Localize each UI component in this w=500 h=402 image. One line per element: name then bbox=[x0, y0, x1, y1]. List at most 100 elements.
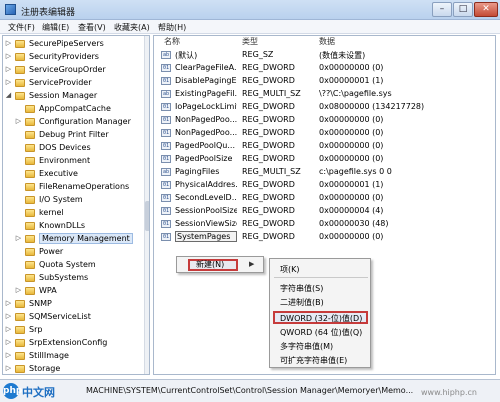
value-data: 0x00000000 (0) bbox=[319, 141, 384, 150]
submenu-item-binary[interactable]: 二进制值(B) bbox=[280, 297, 324, 308]
expand-arrow-icon bbox=[15, 105, 22, 112]
value-row[interactable]: 01 ClearPageFileA... REG_DWORD 0x00000000 (… bbox=[154, 62, 495, 74]
tree-item-label: SQMServiceList bbox=[29, 312, 91, 321]
binary-value-icon: 01 bbox=[161, 142, 171, 150]
tree-item-label: StillImage bbox=[29, 351, 69, 360]
value-data: 0x00000000 (0) bbox=[319, 63, 384, 72]
menu-file[interactable]: 文件(F) bbox=[8, 22, 35, 33]
value-name: DisablePagingE... bbox=[175, 76, 237, 85]
value-type: REG_DWORD bbox=[242, 232, 295, 241]
submenu-item-string[interactable]: 字符串值(S) bbox=[280, 283, 323, 294]
value-row[interactable]: 01 SessionViewSize REG_DWORD 0x00000030 (48… bbox=[154, 218, 495, 230]
menu-edit[interactable]: 编辑(E) bbox=[42, 22, 69, 33]
expand-arrow-icon[interactable]: ▷ bbox=[5, 313, 12, 320]
value-name: NonPagedPoo... bbox=[175, 115, 237, 124]
value-row[interactable]: 01 DisablePagingE... REG_DWORD 0x00000001 (… bbox=[154, 75, 495, 87]
folder-icon bbox=[25, 131, 35, 139]
string-value-icon: ab bbox=[161, 168, 171, 176]
value-name: SystemPages bbox=[175, 231, 237, 242]
tree-item-label: Session Manager bbox=[29, 91, 98, 100]
title-bar: 注册表编辑器 – □ ✕ bbox=[0, 0, 500, 20]
watermark-site: www.hiphp.cn bbox=[421, 388, 477, 397]
column-header-type[interactable]: 类型 bbox=[242, 36, 258, 47]
value-row[interactable]: ab (默认) REG_SZ (数值未设置) bbox=[154, 49, 495, 61]
expand-arrow-icon[interactable]: ▷ bbox=[5, 339, 12, 346]
submenu-item-multi-string[interactable]: 多字符串值(M) bbox=[280, 341, 333, 352]
value-row[interactable]: 01 IoPageLockLimit REG_DWORD 0x08000000 (13… bbox=[154, 101, 495, 113]
column-header-name[interactable]: 名称 bbox=[164, 36, 180, 47]
tree-item-label: Debug Print Filter bbox=[39, 130, 109, 139]
folder-icon bbox=[25, 183, 35, 191]
value-name: SessionViewSize bbox=[175, 219, 237, 228]
expand-arrow-icon[interactable]: ▷ bbox=[5, 79, 12, 86]
expand-arrow-icon[interactable]: ◢ bbox=[5, 92, 12, 99]
value-row[interactable]: 01 PhysicalAddres... REG_DWORD 0x00000001 (… bbox=[154, 179, 495, 191]
value-row[interactable]: 01 SessionPoolSize REG_DWORD 0x00000004 (4) bbox=[154, 205, 495, 217]
expand-arrow-icon[interactable]: ▷ bbox=[5, 40, 12, 47]
tree-item-label: DOS Devices bbox=[39, 143, 91, 152]
expand-arrow-icon bbox=[15, 248, 22, 255]
tree-item-label: SecurityProviders bbox=[29, 52, 99, 61]
close-button[interactable]: ✕ bbox=[474, 2, 498, 17]
folder-icon bbox=[25, 157, 35, 165]
folder-icon bbox=[15, 40, 25, 48]
expand-arrow-icon bbox=[15, 261, 22, 268]
expand-arrow-icon bbox=[15, 196, 22, 203]
tree-item-label: WPA bbox=[39, 286, 57, 295]
binary-value-icon: 01 bbox=[161, 129, 171, 137]
value-type: REG_DWORD bbox=[242, 76, 295, 85]
folder-icon bbox=[15, 352, 25, 360]
value-type: REG_DWORD bbox=[242, 115, 295, 124]
tree-scroll-thumb[interactable] bbox=[145, 201, 149, 231]
minimize-button[interactable]: – bbox=[432, 2, 452, 17]
expand-arrow-icon[interactable]: ▷ bbox=[15, 287, 22, 294]
value-name: ClearPageFileA... bbox=[175, 63, 237, 72]
folder-icon bbox=[15, 339, 25, 347]
submenu-item-key[interactable]: 项(K) bbox=[280, 264, 300, 275]
expand-arrow-icon[interactable]: ▷ bbox=[5, 53, 12, 60]
folder-icon bbox=[15, 326, 25, 334]
registry-tree[interactable]: ▷ Storage ▷ StillImage ▷ SrpExtensionConfig ▷ S… bbox=[2, 35, 150, 375]
value-row[interactable]: 01 NonPagedPoo... REG_DWORD 0x00000000 (0) bbox=[154, 114, 495, 126]
expand-arrow-icon[interactable]: ▷ bbox=[15, 235, 22, 242]
maximize-button[interactable]: □ bbox=[453, 2, 473, 17]
value-row[interactable]: 01 PagedPoolQu... REG_DWORD 0x00000000 (0) bbox=[154, 140, 495, 152]
menu-bar: 文件(F) 编辑(E) 查看(V) 收藏夹(A) 帮助(H) bbox=[0, 20, 500, 34]
expand-arrow-icon[interactable]: ▷ bbox=[5, 66, 12, 73]
value-row[interactable]: 01 NonPagedPoo... REG_DWORD 0x00000000 (0) bbox=[154, 127, 495, 139]
value-row[interactable]: ab ExistingPageFil... REG_MULTI_SZ \??\C:\p… bbox=[154, 88, 495, 100]
value-row[interactable]: ab PagingFiles REG_MULTI_SZ c:\pagefile.sys… bbox=[154, 166, 495, 178]
submenu-item-qword[interactable]: QWORD (64 位)值(Q) bbox=[280, 327, 362, 338]
column-header-data[interactable]: 数据 bbox=[319, 36, 335, 47]
window-title: 注册表编辑器 bbox=[21, 8, 76, 18]
value-row[interactable]: 01 SecondLevelD... REG_DWORD 0x00000000 (0) bbox=[154, 192, 495, 204]
value-row[interactable]: 01 PagedPoolSize REG_DWORD 0x00000000 (0) bbox=[154, 153, 495, 165]
context-menu-new[interactable]: 新建(N) bbox=[188, 259, 238, 271]
menu-help[interactable]: 帮助(H) bbox=[158, 22, 186, 33]
value-type: REG_SZ bbox=[242, 50, 274, 59]
value-data: 0x00000000 (0) bbox=[319, 193, 384, 202]
folder-icon bbox=[25, 261, 35, 269]
value-data: 0x00000004 (4) bbox=[319, 206, 384, 215]
new-submenu: 项(K) 字符串值(S) 二进制值(B) DWORD (32-位)值(D) QW… bbox=[269, 258, 371, 368]
tree-item-label: Environment bbox=[39, 156, 91, 165]
expand-arrow-icon[interactable]: ▷ bbox=[5, 300, 12, 307]
expand-arrow-icon[interactable]: ▷ bbox=[15, 118, 22, 125]
value-data: 0x00000001 (1) bbox=[319, 76, 384, 85]
expand-arrow-icon[interactable]: ▷ bbox=[5, 352, 12, 359]
expand-arrow-icon[interactable]: ▷ bbox=[5, 365, 12, 372]
expand-arrow-icon[interactable]: ▷ bbox=[5, 326, 12, 333]
submenu-item-expandable-string[interactable]: 可扩充字符串值(E) bbox=[280, 355, 347, 366]
value-data: 0x00000000 (0) bbox=[319, 115, 384, 124]
menu-view[interactable]: 查看(V) bbox=[78, 22, 106, 33]
folder-icon bbox=[15, 92, 25, 100]
menu-favorites[interactable]: 收藏夹(A) bbox=[114, 22, 150, 33]
tree-item-label: Storage bbox=[29, 364, 61, 373]
value-row[interactable]: 01 SystemPages REG_DWORD 0x00000000 (0) bbox=[154, 231, 495, 243]
submenu-item-dword[interactable]: DWORD (32-位)值(D) bbox=[280, 313, 362, 324]
value-type: REG_DWORD bbox=[242, 102, 295, 111]
binary-value-icon: 01 bbox=[161, 233, 171, 241]
value-type: REG_DWORD bbox=[242, 219, 295, 228]
tree-item-label: Executive bbox=[39, 169, 78, 178]
value-data: \??\C:\pagefile.sys bbox=[319, 89, 392, 98]
